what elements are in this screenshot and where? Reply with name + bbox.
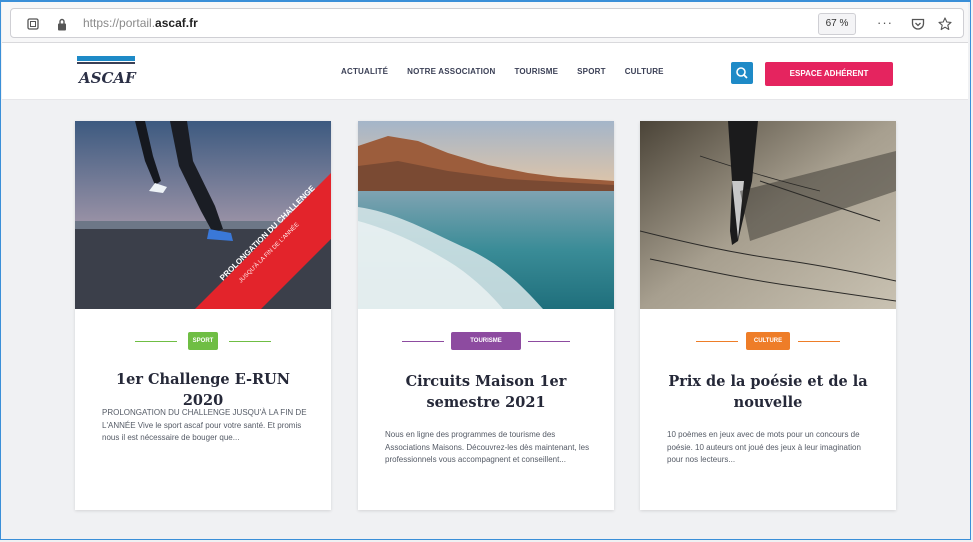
bookmark-star-icon[interactable] xyxy=(938,9,952,37)
nav-item-actualite[interactable]: ACTUALITÉ xyxy=(341,67,388,76)
article-card-sport[interactable]: PROLONGATION DU CHALLENGE JUSQU'À LA FIN… xyxy=(75,121,331,510)
svg-text:ASCAF: ASCAF xyxy=(77,69,137,87)
category-badge-culture[interactable]: CULTURE xyxy=(746,332,790,350)
tag-divider-right xyxy=(229,341,271,342)
pen-writing-image xyxy=(640,121,896,309)
article-title[interactable]: 1er Challenge E-RUN 2020 xyxy=(95,369,311,411)
site-header: ASCAF ACTUALITÉ NOTRE ASSOCIATION TOURIS… xyxy=(2,43,968,100)
nav-item-sport[interactable]: SPORT xyxy=(577,67,606,76)
tag-divider-right xyxy=(528,341,570,342)
address-bar[interactable]: https://portail.ascaf.fr 67 % ··· xyxy=(10,8,964,38)
tag-divider-left xyxy=(696,341,738,342)
page-info-icon[interactable] xyxy=(27,9,39,37)
lock-icon xyxy=(57,9,67,37)
member-space-button[interactable]: ESPACE ADHÉRENT xyxy=(765,62,893,86)
tag-divider-left xyxy=(135,341,177,342)
zoom-level[interactable]: 67 % xyxy=(818,13,856,35)
search-icon xyxy=(736,67,748,79)
tag-divider-right xyxy=(798,341,840,342)
nav-item-association[interactable]: NOTRE ASSOCIATION xyxy=(407,67,495,76)
article-card-culture[interactable]: CULTURE Prix de la poésie et de la nouve… xyxy=(640,121,896,510)
main-nav: ACTUALITÉ NOTRE ASSOCIATION TOURISME SPO… xyxy=(341,43,683,99)
sea-landscape-image xyxy=(358,121,614,309)
article-excerpt: PROLONGATION DU CHALLENGE JUSQU'À LA FIN… xyxy=(102,408,307,442)
category-badge-sport[interactable]: SPORT xyxy=(188,332,218,350)
tag-row: SPORT xyxy=(75,332,331,350)
tag-divider-left xyxy=(402,341,444,342)
runner-image: PROLONGATION DU CHALLENGE JUSQU'À LA FIN… xyxy=(75,121,331,309)
ascaf-logo[interactable]: ASCAF xyxy=(75,53,137,89)
tag-row: CULTURE xyxy=(640,332,896,350)
nav-item-culture[interactable]: CULTURE xyxy=(625,67,664,76)
article-excerpt: Nous en ligne des programmes de tourisme… xyxy=(385,430,590,464)
nav-item-tourisme[interactable]: TOURISME xyxy=(514,67,558,76)
article-title[interactable]: Circuits Maison 1er semestre 2021 xyxy=(378,371,594,413)
browser-toolbar: https://portail.ascaf.fr 67 % ··· xyxy=(2,2,968,43)
more-menu-icon[interactable]: ··· xyxy=(877,9,893,37)
url-text[interactable]: https://portail.ascaf.fr xyxy=(83,9,198,37)
pocket-icon[interactable] xyxy=(911,9,925,37)
category-badge-tourisme[interactable]: TOURISME xyxy=(451,332,521,350)
tag-row: TOURISME xyxy=(358,332,614,350)
article-card-tourisme[interactable]: TOURISME Circuits Maison 1er semestre 20… xyxy=(358,121,614,510)
article-excerpt: 10 poèmes en jeux avec de mots pour un c… xyxy=(667,430,861,464)
search-button[interactable] xyxy=(731,62,753,84)
article-title[interactable]: Prix de la poésie et de la nouvelle xyxy=(660,371,876,413)
